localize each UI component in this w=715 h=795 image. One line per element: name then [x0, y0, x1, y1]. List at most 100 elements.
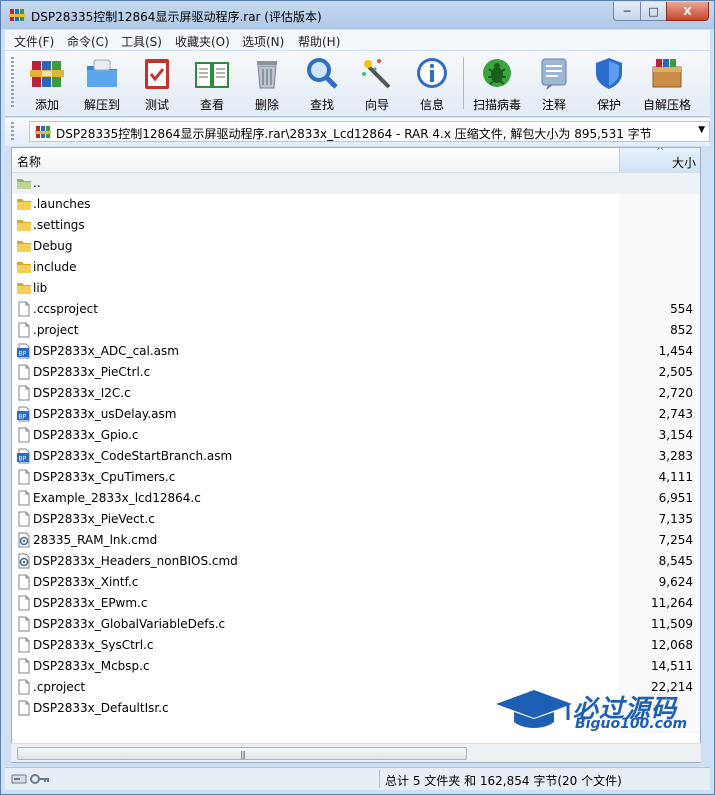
minimize-icon: ─ — [623, 4, 631, 18]
file-row[interactable]: DSP2833x_GlobalVariableDefs.c 11,509 — [12, 614, 700, 635]
toolbar-separator — [463, 57, 464, 109]
file-row[interactable]: BP DSP2833x_ADC_cal.asm 1,454 — [12, 341, 700, 362]
chevron-down-icon[interactable]: ▼ — [698, 125, 705, 135]
file-row[interactable]: BP DSP2833x_usDelay.asm 2,743 — [12, 404, 700, 425]
file-name: DSP2833x_Mcbsp.c — [33, 659, 150, 673]
title-bar[interactable]: DSP28335控制12864显示屏驱动程序.rar (评估版本) ─ □ X — [1, 1, 714, 29]
file-name: DSP2833x_CodeStartBranch.asm — [33, 449, 233, 463]
file-icon — [16, 595, 32, 611]
file-name: .settings — [33, 218, 85, 232]
horizontal-scrollbar[interactable]: ||| — [11, 743, 701, 762]
file-name: include — [33, 260, 77, 274]
info-label: 信息 — [419, 98, 444, 112]
file-size: 7,254 — [658, 533, 693, 547]
file-row[interactable]: DSP2833x_Headers_nonBIOS.cmd 8,545 — [12, 551, 700, 572]
file-row[interactable]: DSP2833x_PieCtrl.c 2,505 — [12, 362, 700, 383]
column-size[interactable]: ^ 大小 — [619, 148, 700, 172]
address-grip[interactable] — [11, 122, 14, 142]
close-button[interactable]: X — [666, 2, 709, 21]
file-size: 12,068 — [651, 638, 693, 652]
wizard-button[interactable]: 向导 — [349, 55, 405, 113]
file-row[interactable]: DSP2833x_PieVect.c 7,135 — [12, 509, 700, 530]
file-icon — [16, 658, 32, 674]
wizard-label: 向导 — [364, 98, 389, 112]
protect-button[interactable]: 保护 — [581, 55, 637, 113]
file-name: DSP2833x_DefaultIsr.c — [33, 701, 169, 715]
trash-can-icon — [257, 61, 277, 89]
drive-key-icon[interactable] — [11, 772, 51, 786]
file-row[interactable]: DSP2833x_SysCtrl.c 12,068 — [12, 635, 700, 656]
file-size: 2,743 — [658, 407, 693, 421]
menu-file[interactable]: 文件(F) — [14, 33, 54, 50]
svg-text:BP: BP — [19, 351, 27, 358]
find-label: 查找 — [309, 98, 334, 112]
address-bar: DSP28335控制12864显示屏驱动程序.rar\2833x_Lcd1286… — [5, 118, 710, 146]
comment-button[interactable]: 注释 — [526, 55, 582, 113]
file-row[interactable]: Debug — [12, 236, 700, 257]
file-icon — [16, 301, 32, 317]
file-name: DSP2833x_CpuTimers.c — [33, 470, 176, 484]
cmd-file-icon — [16, 532, 32, 548]
column-size-label: 大小 — [671, 156, 696, 170]
menu-help[interactable]: 帮助(H) — [298, 33, 340, 50]
file-row[interactable]: DSP2833x_Mcbsp.c 14,511 — [12, 656, 700, 677]
svg-text:BP: BP — [19, 414, 27, 421]
path-field[interactable]: DSP28335控制12864显示屏驱动程序.rar\2833x_Lcd1286… — [29, 121, 710, 142]
file-size: 11,264 — [651, 596, 693, 610]
file-row[interactable]: BP DSP2833x_CodeStartBranch.asm 3,283 — [12, 446, 700, 467]
file-row[interactable]: DSP2833x_CpuTimers.c 4,111 — [12, 467, 700, 488]
info-icon — [417, 58, 447, 88]
file-icon — [16, 364, 32, 380]
extract-to-button[interactable]: 解压到 — [74, 55, 130, 113]
info-button[interactable]: 信息 — [404, 55, 460, 113]
status-summary: 总计 5 文件夹 和 162,854 字节(20 个文件) — [385, 774, 622, 788]
sfx-button[interactable]: 自解压格 — [639, 55, 695, 113]
file-name: .cproject — [33, 680, 86, 694]
add-button[interactable]: 添加 — [19, 55, 75, 113]
toolbar: 添加 解压到 测试 查看 删除 查找 向导 信息 扫描病毒 注释 保护 自解压格 — [5, 51, 710, 117]
comment-icon — [541, 58, 567, 90]
cmd-file-icon — [16, 553, 32, 569]
menu-tools[interactable]: 工具(S) — [121, 33, 162, 50]
minimize-button[interactable]: ─ — [613, 2, 641, 21]
file-row[interactable]: DSP2833x_EPwm.c 11,264 — [12, 593, 700, 614]
file-row[interactable]: DSP2833x_Gpio.c 3,154 — [12, 425, 700, 446]
menu-options[interactable]: 选项(N) — [242, 33, 284, 50]
file-name: Example_2833x_lcd12864.c — [33, 491, 201, 505]
add-label: 添加 — [34, 98, 59, 112]
menu-favorites[interactable]: 收藏夹(O) — [175, 33, 230, 50]
file-size: 554 — [670, 302, 693, 316]
file-row[interactable]: lib — [12, 278, 700, 299]
file-row[interactable]: 28335_RAM_lnk.cmd 7,254 — [12, 530, 700, 551]
file-size: 2,505 — [658, 365, 693, 379]
file-row[interactable]: .settings — [12, 215, 700, 236]
file-row[interactable]: .. — [12, 173, 700, 194]
test-button[interactable]: 测试 — [129, 55, 185, 113]
file-row[interactable]: .launches — [12, 194, 700, 215]
find-button[interactable]: 查找 — [294, 55, 350, 113]
file-row[interactable]: DSP2833x_Xintf.c 9,624 — [12, 572, 700, 593]
maximize-button[interactable]: □ — [640, 2, 667, 21]
file-row[interactable]: .ccsproject 554 — [12, 299, 700, 320]
menu-command[interactable]: 命令(C) — [67, 33, 109, 50]
asm-file-icon: BP — [16, 406, 32, 422]
file-name: .launches — [33, 197, 91, 211]
menu-bar: 文件(F) 命令(C) 工具(S) 收藏夹(O) 选项(N) 帮助(H) — [5, 30, 710, 50]
delete-button[interactable]: 删除 — [239, 55, 295, 113]
file-row[interactable]: Example_2833x_lcd12864.c 6,951 — [12, 488, 700, 509]
scrollbar-thumb[interactable]: ||| — [17, 747, 467, 760]
view-button[interactable]: 查看 — [184, 55, 240, 113]
comment-label: 注释 — [541, 98, 566, 112]
file-row[interactable]: include — [12, 257, 700, 278]
column-name[interactable]: 名称 — [17, 153, 41, 170]
file-name: 28335_RAM_lnk.cmd — [33, 533, 158, 547]
file-name: .. — [33, 176, 41, 190]
file-row[interactable]: .project 852 — [12, 320, 700, 341]
file-name: DSP2833x_SysCtrl.c — [33, 638, 154, 652]
file-name: DSP2833x_GlobalVariableDefs.c — [33, 617, 226, 631]
virus-scan-button[interactable]: 扫描病毒 — [469, 55, 525, 113]
file-row[interactable]: DSP2833x_I2C.c 2,720 — [12, 383, 700, 404]
file-size: 852 — [670, 323, 693, 337]
toolbar-grip[interactable] — [11, 57, 14, 107]
file-size: 1,454 — [658, 344, 693, 358]
